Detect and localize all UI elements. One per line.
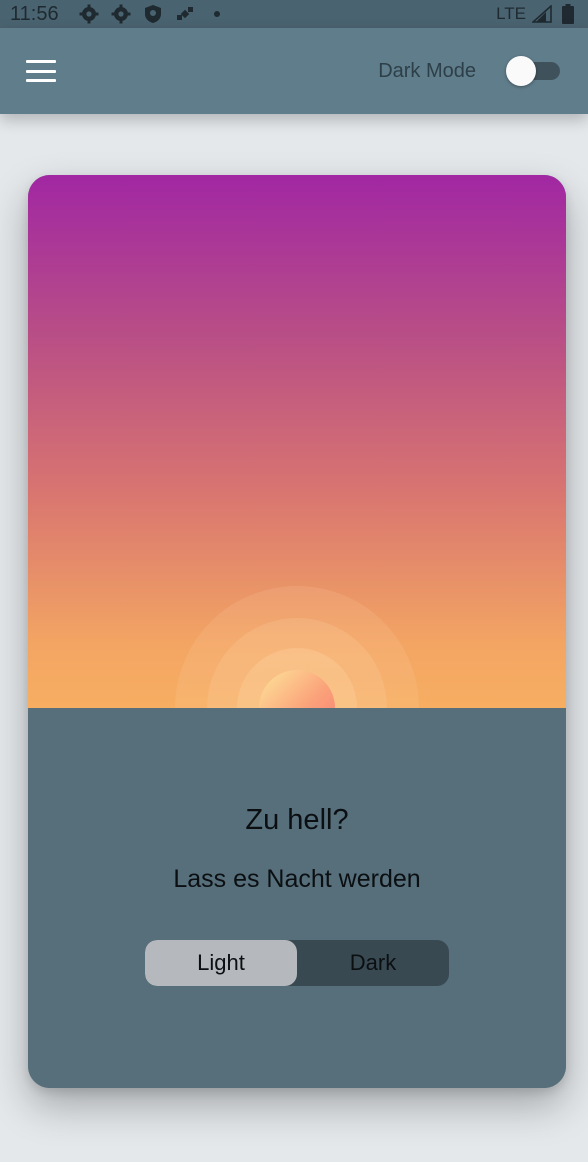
battery-icon (558, 4, 578, 24)
card-title: Zu hell? (245, 804, 349, 836)
switch-thumb (506, 56, 536, 86)
signal-icon (532, 4, 552, 24)
satellite-icon (175, 4, 195, 24)
dark-segment-button[interactable]: Dark (297, 940, 449, 986)
gear-icon (79, 4, 99, 24)
card-subtitle: Lass es Nacht werden (173, 865, 421, 893)
network-type: LTE (496, 4, 526, 23)
app-bar: Dark Mode (0, 28, 588, 114)
gear-icon (111, 4, 131, 24)
dark-mode-label: Dark Mode (378, 59, 476, 82)
sunset-illustration (28, 175, 566, 708)
card-content: Zu hell? Lass es Nacht werden Light Dark (28, 708, 566, 1088)
light-segment-button[interactable]: Light (145, 940, 297, 986)
dark-mode-switch[interactable] (506, 56, 562, 86)
status-left: 11:56 (10, 3, 227, 26)
dot-icon (207, 4, 227, 24)
appbar-actions: Dark Mode (378, 56, 562, 86)
theme-card: Zu hell? Lass es Nacht werden Light Dark (28, 175, 566, 1088)
status-bar: 11:56 LTE (0, 0, 588, 28)
hamburger-icon[interactable] (26, 60, 56, 82)
theme-segmented-control: Light Dark (145, 940, 449, 986)
shield-icon (143, 4, 163, 24)
status-right: LTE (496, 4, 578, 24)
status-time: 11:56 (10, 2, 59, 25)
